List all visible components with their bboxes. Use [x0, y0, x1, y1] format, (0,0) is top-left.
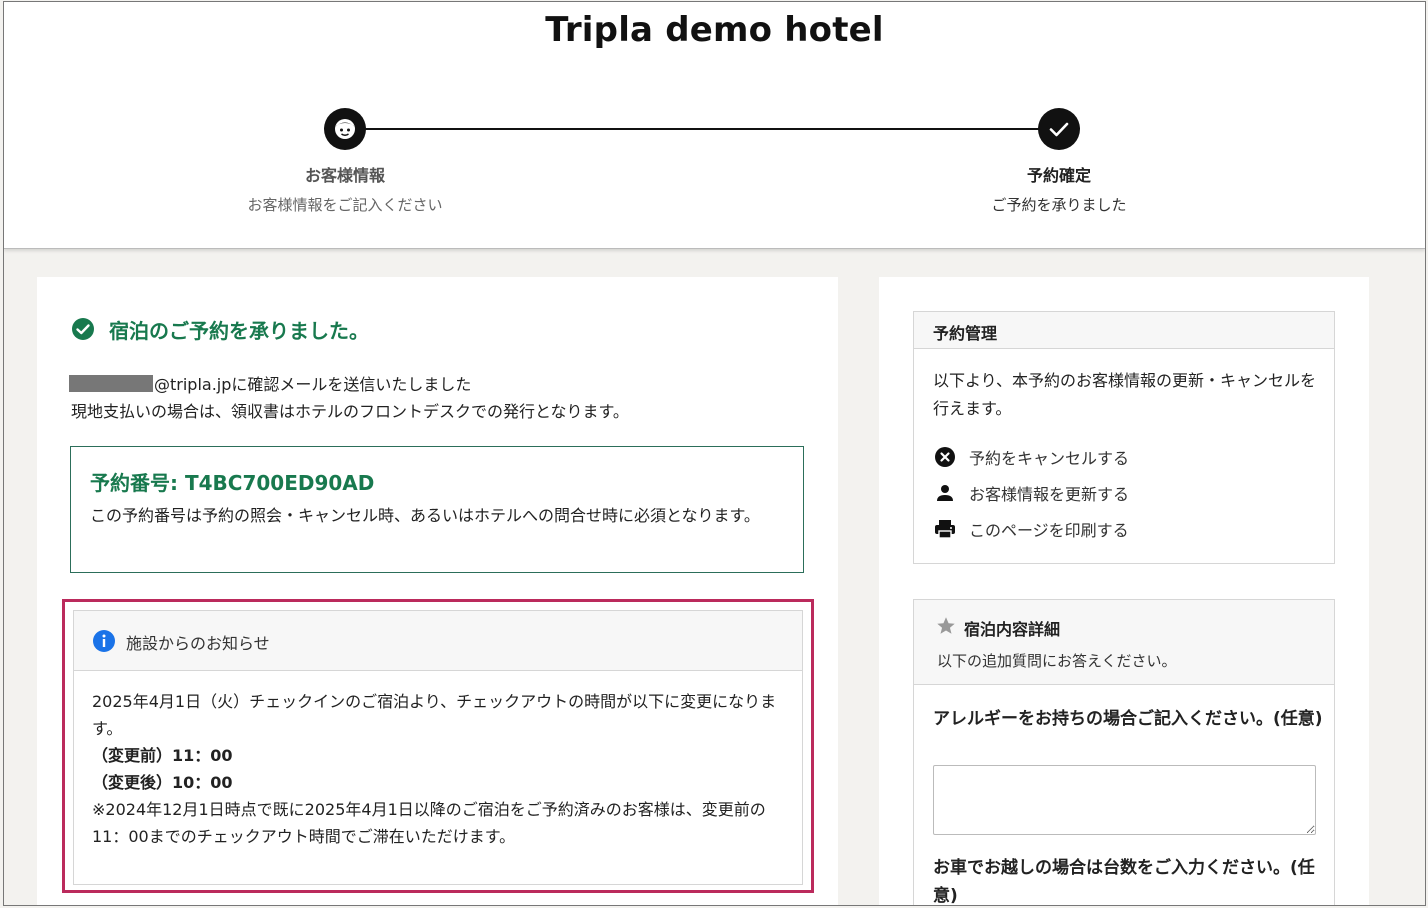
page-header: Tripla demo hotel お客様情報 お客様情報をご記入ください 予約… [4, 2, 1425, 249]
notice-line1: 2025年4月1日（火）チェックインのご宿泊より、チェックアウトの時間が以下に変… [92, 692, 777, 738]
step-face-icon [324, 108, 366, 150]
step2-subtitle: ご予約を承りました [991, 196, 1127, 214]
notice-after: （変更後）10：00 [92, 773, 233, 792]
notice-title: 施設からのお知らせ [126, 634, 270, 653]
receipt-note: 現地支払いの場合は、領収書はホテルのフロントデスクでの発行となります。 [71, 402, 629, 421]
notice-before: （変更前）11：00 [92, 746, 233, 765]
step2-title: 予約確定 [1026, 166, 1091, 185]
update-guest-info-label: お客様情報を更新する [969, 485, 1130, 504]
stay-details: 宿泊内容詳細 以下の追加質問にお答えください。 アレルギーをお持ちの場合ご記入く… [913, 599, 1335, 906]
step1-title: お客様情報 [304, 166, 385, 185]
info-icon [93, 630, 115, 652]
allergy-question: アレルギーをお持ちの場合ご記入ください。(任意) [933, 709, 1323, 729]
email-sent-line: @tripla.jpに確認メールを送信いたしました [69, 371, 471, 395]
stepper-line [345, 128, 1060, 130]
cancel-reservation-link[interactable]: 予約をキャンセルする [933, 444, 1129, 470]
redacted-email [69, 374, 153, 392]
step-check-icon [1038, 108, 1080, 150]
details-subtitle: 以下の追加質問にお答えください。 [937, 652, 1177, 670]
details-title: 宿泊内容詳細 [964, 620, 1061, 639]
management-title: 予約管理 [933, 324, 998, 343]
allergy-textarea[interactable] [933, 765, 1316, 835]
reservation-management: 予約管理 以下より、本予約のお客様情報の更新・キャンセルを行えます。 予約をキャ… [913, 311, 1335, 564]
facility-notice: 施設からのお知らせ 2025年4月1日（火）チェックインのご宿泊より、チェックア… [73, 610, 803, 885]
notice-body: 2025年4月1日（火）チェックインのご宿泊より、チェックアウトの時間が以下に変… [92, 688, 792, 850]
email-sent-text: @tripla.jpに確認メールを送信いたしました [154, 375, 472, 394]
print-page-link[interactable]: このページを印刷する [933, 516, 1129, 542]
management-header: 予約管理 [914, 312, 1334, 349]
hotel-title: Tripla demo hotel [545, 10, 884, 50]
step1-subtitle: お客様情報をご記入ください [247, 196, 443, 214]
reservation-number-note: この予約番号は予約の照会・キャンセル時、あるいはホテルへの問合せ時に必須となりま… [90, 506, 760, 525]
cancel-circle-icon [935, 447, 955, 467]
print-page-label: このページを印刷する [969, 521, 1129, 540]
reservation-number-box: 予約番号: T4BC700ED90AD この予約番号は予約の照会・キャンセル時、… [70, 446, 804, 573]
success-row: 宿泊のご予約を承りました。 [71, 314, 369, 344]
success-check-icon [72, 318, 94, 340]
cancel-reservation-label: 予約をキャンセルする [969, 449, 1130, 468]
reservation-number: 予約番号: T4BC700ED90AD [90, 471, 375, 495]
star-icon [937, 617, 955, 634]
notice-header: 施設からのお知らせ [74, 611, 802, 671]
update-guest-info-link[interactable]: お客様情報を更新する [933, 480, 1129, 506]
person-icon [937, 485, 953, 501]
management-description: 以下より、本予約のお客様情報の更新・キャンセルを行えます。 [933, 371, 1317, 418]
confirmation-card: 宿泊のご予約を承りました。 @tripla.jpに確認メールを送信いたしました … [37, 277, 838, 905]
car-count-question: お車でお越しの場合は台数をご入力ください。(任意) [933, 858, 1315, 906]
printer-icon [935, 520, 955, 539]
success-message: 宿泊のご予約を承りました。 [109, 318, 369, 343]
sidebar-card: 予約管理 以下より、本予約のお客様情報の更新・キャンセルを行えます。 予約をキャ… [879, 277, 1369, 906]
page-frame: Tripla demo hotel お客様情報 お客様情報をご記入ください 予約… [3, 1, 1426, 906]
notice-highlight: 施設からのお知らせ 2025年4月1日（火）チェックインのご宿泊より、チェックア… [62, 599, 814, 893]
details-header: 宿泊内容詳細 以下の追加質問にお答えください。 [914, 600, 1334, 685]
notice-line2: ※2024年12月1日時点で既に2025年4月1日以降のご宿泊をご予約済みのお客… [92, 800, 766, 846]
